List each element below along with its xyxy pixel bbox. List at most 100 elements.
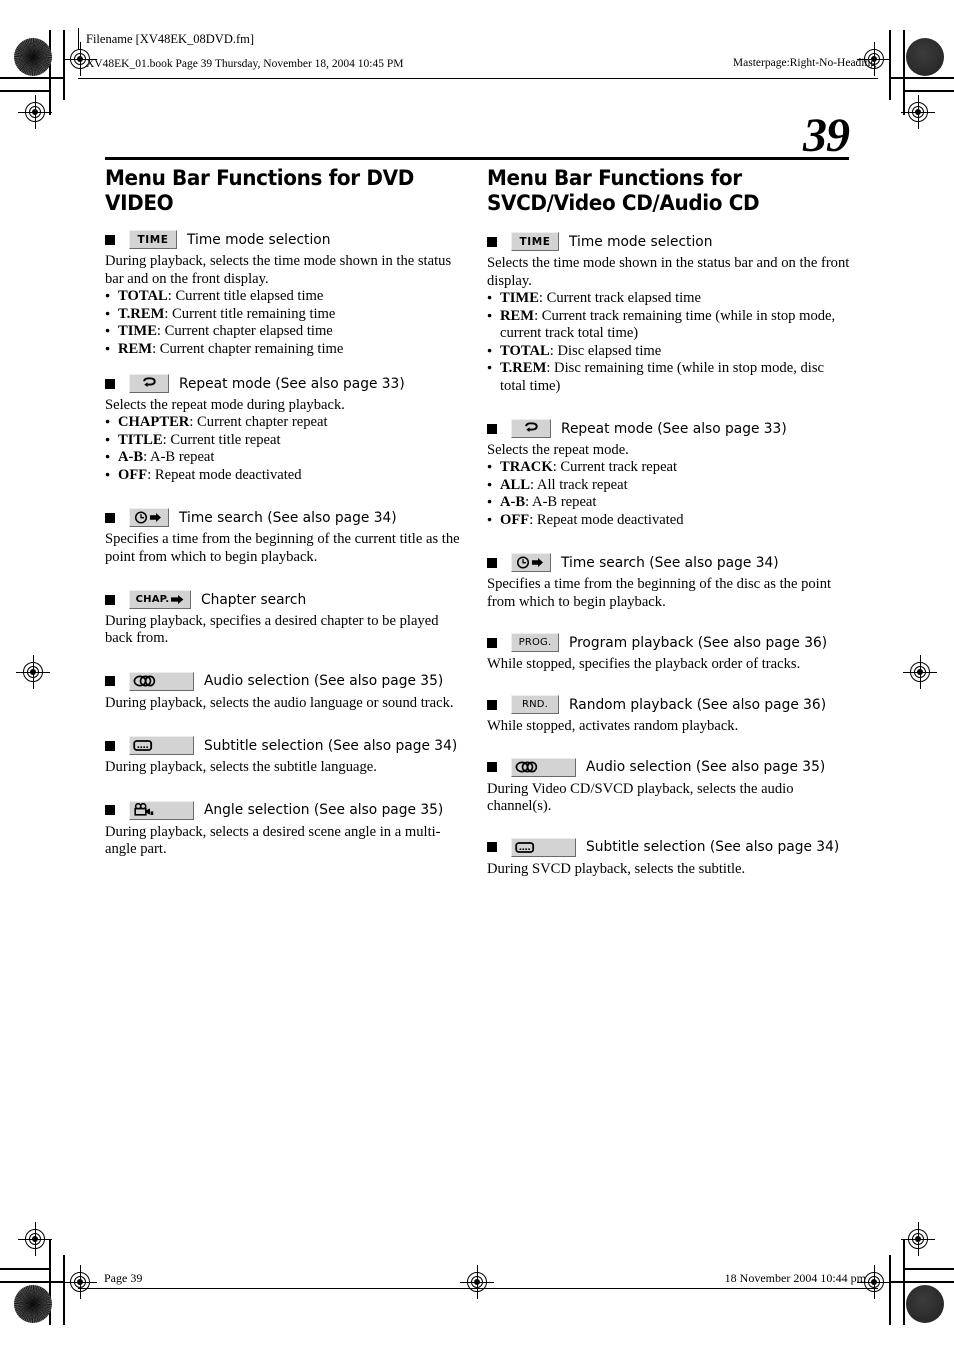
movie-camera-angle-icon-button[interactable]: [129, 800, 194, 820]
term-desc: : Current title elapsed time: [167, 288, 324, 304]
section-subtitle-selection-svcd: Subtitle selection (See also page 34) Du…: [487, 837, 851, 878]
section-label: Time search (See also page 34): [179, 509, 397, 526]
section-description: During playback, specifies a desired cha…: [105, 613, 439, 647]
list-item: ALL: All track repeat: [487, 477, 851, 495]
list-item: TRACK: Current track repeat: [487, 459, 851, 477]
list-item: T.REM: Current title remaining time: [105, 306, 469, 324]
page-title-svcd: Menu Bar Functions for SVCD/Video CD/Aud…: [487, 166, 760, 217]
section-label: Time search (See also page 34): [561, 554, 779, 571]
crop-mark-tl-h2: [0, 90, 50, 92]
section-time-search-dvd: Time search (See also page 34) Specifies…: [105, 508, 469, 566]
section-description: During playback, selects the subtitle la…: [105, 759, 377, 776]
movie-camera-angle-icon: [134, 803, 154, 816]
halftone-patch-bl: [14, 1285, 52, 1323]
section-description: Selects the repeat mode.: [487, 442, 629, 458]
footer-timestamp: 18 November 2004 10:44 pm: [724, 1271, 866, 1285]
crop-mark-tl-h: [0, 77, 64, 79]
subtitle-icon-button[interactable]: [129, 736, 194, 756]
subtitle-icon: [133, 740, 153, 752]
registration-mark-tl: [18, 95, 52, 129]
bullet-square-icon: [105, 594, 115, 605]
repeat-loop-icon: [524, 422, 538, 432]
term: REM: [500, 307, 535, 324]
section-label: Subtitle selection (See also page 34): [586, 839, 840, 856]
chapter-arrow-button[interactable]: CHAP.: [129, 590, 191, 610]
term-desc: : All track repeat: [530, 476, 628, 493]
footer-rule: [78, 1288, 878, 1290]
title-divider-rule: [105, 157, 849, 160]
left-column: Menu Bar Functions for DVD VIDEO TIME Ti…: [105, 166, 469, 858]
section-description: Specifies a time from the beginning of t…: [487, 576, 832, 610]
section-program-playback-svcd: PROG. Program playback (See also page 36…: [487, 633, 851, 673]
list-item: REM: Current chapter remaining time: [105, 341, 469, 359]
page-number: 39: [803, 109, 850, 162]
bullet-square-icon: [105, 378, 115, 389]
time-button[interactable]: TIME: [129, 230, 177, 250]
term-desc: : Current chapter remaining time: [152, 340, 344, 357]
random-button[interactable]: RND.: [511, 695, 559, 715]
term: TOTAL: [118, 288, 168, 304]
term-desc: : Repeat mode deactivated: [147, 466, 302, 483]
audio-stereo-icon-button[interactable]: [511, 757, 576, 777]
list-item: REM: Current track remaining time (while…: [487, 308, 851, 343]
list-item: TIME: Current chapter elapsed time: [105, 323, 469, 341]
registration-mark-tr: [901, 95, 935, 129]
subtitle-icon-button[interactable]: [511, 837, 576, 857]
bullet-square-icon: [487, 236, 497, 247]
term: TOTAL: [500, 342, 550, 359]
section-repeat-mode-svcd: Repeat mode (See also page 33) Selects t…: [487, 419, 851, 529]
list-item: A-B: A-B repeat: [487, 494, 851, 512]
footer-page-label: Page 39: [104, 1271, 143, 1285]
audio-stereo-icon: [515, 761, 538, 773]
bullet-square-icon: [487, 423, 497, 434]
crop-mark-bl-h: [0, 1281, 64, 1283]
term-desc: : Current track elapsed time: [538, 290, 702, 306]
term: TRACK: [500, 459, 553, 476]
crop-mark-tr-h: [889, 77, 954, 79]
bullet-square-icon: [487, 842, 497, 853]
filename-label: Filename [XV48EK_08DVD.fm]: [86, 32, 255, 46]
section-label: Repeat mode (See also page 33): [561, 420, 787, 437]
registration-mark-mid-right: [903, 655, 937, 689]
book-info-label: XV48EK_01.book Page 39 Thursday, Novembe…: [86, 58, 404, 70]
bullet-list: TIME: Current track elapsed time REM: Cu…: [487, 290, 851, 395]
section-label: Program playback (See also page 36): [569, 634, 828, 651]
term-desc: : Current track repeat: [552, 459, 678, 476]
registration-mark-bottom-left-inner: [63, 1265, 97, 1299]
time-button[interactable]: TIME: [511, 232, 559, 252]
list-item: OFF: Repeat mode deactivated: [105, 467, 469, 485]
term: TITLE: [118, 431, 163, 448]
list-item: TIME: Current track elapsed time: [487, 290, 851, 308]
section-repeat-mode-dvd: Repeat mode (See also page 33) Selects t…: [105, 374, 469, 484]
section-time-search-svcd: Time search (See also page 34) Specifies…: [487, 553, 851, 611]
registration-mark-bl: [18, 1222, 52, 1256]
term-desc: : Disc remaining time (while in stop mod…: [500, 360, 824, 394]
header-rule-top: [78, 28, 80, 50]
section-description: Selects the time mode shown in the statu…: [487, 255, 850, 289]
section-description: During Video CD/SVCD playback, selects t…: [487, 780, 794, 815]
crop-mark-bl-h2: [0, 1268, 50, 1270]
section-subtitle-selection-dvd: Subtitle selection (See also page 34) Du…: [105, 736, 469, 776]
bullet-square-icon: [105, 234, 115, 245]
repeat-loop-icon-button[interactable]: [129, 374, 169, 393]
right-arrow-icon: [171, 595, 184, 605]
clock-arrow-icon-button[interactable]: [511, 553, 551, 573]
audio-stereo-icon-button[interactable]: [129, 671, 194, 691]
clock-arrow-icon: [134, 511, 161, 524]
term: REM: [118, 340, 153, 357]
term: CHAPTER: [118, 414, 190, 431]
section-label: Chapter search: [201, 591, 307, 608]
bullet-square-icon: [487, 762, 497, 773]
section-label: Random playback (See also page 36): [569, 696, 827, 713]
halftone-patch-tr: [906, 38, 944, 76]
term: OFF: [500, 511, 530, 528]
registration-mark-br: [901, 1222, 935, 1256]
term: TIME: [118, 323, 157, 339]
subtitle-icon: [515, 841, 535, 853]
bullet-list: CHAPTER: Current chapter repeat TITLE: C…: [105, 414, 469, 484]
program-button[interactable]: PROG.: [511, 633, 559, 653]
clock-arrow-icon-button[interactable]: [129, 508, 169, 528]
header-rule-horizontal: [78, 78, 878, 80]
section-angle-selection-dvd: Angle selection (See also page 35) Durin…: [105, 800, 469, 859]
repeat-loop-icon-button[interactable]: [511, 419, 551, 438]
